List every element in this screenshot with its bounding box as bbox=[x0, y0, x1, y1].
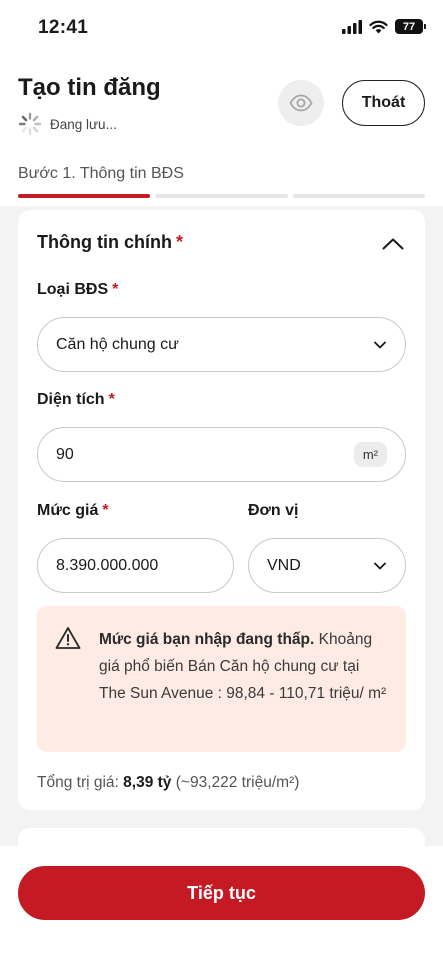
property-type-value: Căn hộ chung cư bbox=[56, 335, 179, 353]
progress-segment-1 bbox=[18, 194, 151, 198]
bottom-bar: Tiếp tục bbox=[0, 846, 443, 959]
price-label: Mức giá * bbox=[37, 502, 109, 520]
chevron-up-icon bbox=[382, 238, 404, 250]
area-label: Diện tích * bbox=[37, 391, 115, 409]
next-section-card bbox=[18, 828, 425, 846]
loading-spinner-icon bbox=[18, 112, 42, 136]
wifi-icon bbox=[369, 20, 388, 33]
header: Tạo tin đăng Đang lưu... Thoát bbox=[0, 56, 443, 156]
property-type-label: Loại BĐS * bbox=[37, 281, 118, 299]
total-prefix: Tổng trị giá: bbox=[37, 774, 119, 791]
area-value: 90 bbox=[56, 445, 74, 463]
chevron-down-icon bbox=[374, 562, 386, 569]
progress-segment-3 bbox=[292, 194, 425, 198]
page-title: Tạo tin đăng bbox=[18, 74, 161, 101]
saving-indicator: Đang lưu... bbox=[18, 112, 117, 136]
total-value-row: Tổng trị giá: 8,39 tỷ (~93,222 triệu/m²) bbox=[37, 774, 299, 792]
status-icons: 77 bbox=[342, 19, 426, 34]
required-mark: * bbox=[175, 232, 183, 252]
continue-button[interactable]: Tiếp tục bbox=[18, 866, 425, 920]
area-unit-badge: m² bbox=[353, 442, 387, 467]
preview-button[interactable] bbox=[278, 80, 324, 126]
section-title: Thông tin chính * bbox=[37, 232, 183, 253]
battery-level: 77 bbox=[402, 20, 416, 33]
section-title-text: Thông tin chính bbox=[37, 232, 172, 252]
step-label: Bước 1. Thông tin BĐS bbox=[18, 165, 184, 182]
property-type-label-text: Loại BĐS bbox=[37, 281, 109, 298]
saving-text: Đang lưu... bbox=[50, 116, 117, 132]
form-content[interactable]: Thông tin chính * Loại BĐS * Căn hộ chung … bbox=[0, 206, 443, 846]
property-type-select[interactable]: Căn hộ chung cư bbox=[37, 317, 406, 372]
battery-icon: 77 bbox=[395, 19, 426, 34]
price-input[interactable]: 8.390.000.000 bbox=[37, 538, 234, 593]
status-time: 12:41 bbox=[38, 17, 89, 38]
price-value: 8.390.000.000 bbox=[56, 556, 159, 574]
currency-label: Đơn vị bbox=[248, 502, 299, 519]
required-mark: * bbox=[102, 502, 109, 519]
main-info-card: Thông tin chính * Loại BĐS * Căn hộ chung … bbox=[18, 210, 425, 810]
cellular-signal-icon bbox=[342, 19, 362, 34]
price-warning: Mức giá bạn nhập đang thấp. Khoảng giá p… bbox=[37, 606, 406, 752]
status-bar: 12:41 77 bbox=[0, 0, 443, 56]
total-value: 8,39 tỷ bbox=[123, 774, 172, 791]
progress-segment-2 bbox=[155, 194, 288, 198]
step-progress bbox=[18, 194, 425, 198]
chevron-down-icon bbox=[374, 341, 386, 348]
required-mark: * bbox=[108, 391, 115, 408]
total-per-unit: (~93,222 triệu/m²) bbox=[175, 774, 300, 791]
collapse-button[interactable] bbox=[381, 232, 405, 256]
warning-triangle-icon bbox=[55, 627, 81, 649]
area-input[interactable]: 90 m² bbox=[37, 427, 406, 482]
warning-strong-text: Mức giá bạn nhập đang thấp. bbox=[99, 631, 315, 648]
currency-value: VND bbox=[267, 556, 301, 574]
required-mark: * bbox=[112, 281, 119, 298]
area-label-text: Diện tích bbox=[37, 391, 105, 408]
eye-icon bbox=[289, 94, 313, 112]
exit-button[interactable]: Thoát bbox=[342, 80, 425, 126]
currency-select[interactable]: VND bbox=[248, 538, 406, 593]
price-label-text: Mức giá bbox=[37, 502, 99, 519]
